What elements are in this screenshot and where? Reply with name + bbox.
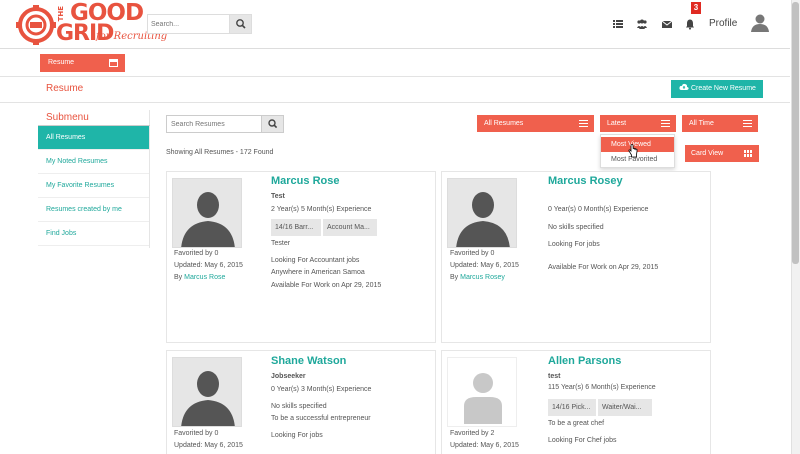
candidate-line: Tester bbox=[271, 240, 291, 247]
page-scrollbar-thumb[interactable] bbox=[792, 2, 799, 264]
profile-link[interactable]: Profile bbox=[709, 18, 737, 29]
bell-icon[interactable] bbox=[684, 18, 696, 30]
updated-date: Updated: May 6, 2015 bbox=[174, 442, 243, 449]
resume-search-button[interactable] bbox=[261, 116, 283, 132]
candidate-line: No skills specified bbox=[548, 224, 604, 231]
resume-photo bbox=[172, 178, 242, 248]
time-filter-label: All Time bbox=[689, 120, 714, 127]
sidebar-item-created-by-me[interactable]: Resumes created by me bbox=[38, 198, 149, 222]
toolbar-divider bbox=[0, 76, 790, 77]
resume-menu-label: Resume bbox=[48, 59, 75, 66]
view-mode-filter[interactable]: Card View bbox=[685, 145, 759, 162]
candidate-experience: 115 Year(s) 6 Month(s) Experience bbox=[548, 384, 656, 391]
favorited-count: Favorited by 0 bbox=[174, 250, 219, 257]
candidate-line: Available For Work on Apr 29, 2015 bbox=[548, 264, 659, 271]
created-by-prefix: By bbox=[174, 274, 183, 281]
all-resumes-filter-label: All Resumes bbox=[484, 120, 524, 127]
logo-the: THE bbox=[57, 6, 65, 22]
favorited-count: Favorited by 2 bbox=[450, 430, 495, 437]
create-resume-label: Create New Resume bbox=[690, 85, 756, 92]
sidebar-item-find-jobs[interactable]: Find Jobs bbox=[38, 222, 149, 246]
create-resume-button[interactable]: Create New Resume bbox=[671, 80, 763, 98]
favorited-count: Favorited by 0 bbox=[174, 430, 219, 437]
header-search-input[interactable] bbox=[148, 15, 232, 33]
person-silhouette-icon bbox=[173, 358, 241, 426]
sidebar-item-favorite-resumes[interactable]: My Favorite Resumes bbox=[38, 174, 149, 198]
updated-date: Updated: May 6, 2015 bbox=[450, 262, 519, 269]
person-placeholder-icon bbox=[448, 358, 516, 426]
search-icon bbox=[236, 19, 246, 29]
skill-tag: 14/16 Barr... bbox=[271, 219, 321, 236]
resume-search bbox=[166, 115, 284, 133]
candidate-line: Available For Work on Apr 29, 2015 bbox=[271, 282, 382, 289]
resume-photo bbox=[172, 357, 242, 427]
hamburger-icon bbox=[743, 120, 752, 127]
notification-badge: 3 bbox=[691, 2, 701, 14]
created-by: By Marcus Rose bbox=[174, 274, 225, 281]
candidate-line: No skills specified bbox=[271, 403, 327, 410]
candidate-line: Anywhere in American Samoa bbox=[271, 269, 365, 276]
resume-photo bbox=[447, 357, 517, 427]
candidate-name[interactable]: Shane Watson bbox=[271, 355, 346, 367]
hamburger-icon bbox=[579, 120, 588, 127]
cloud-upload-icon bbox=[679, 83, 689, 90]
updated-date: Updated: May 6, 2015 bbox=[174, 262, 243, 269]
page-title: Resume bbox=[46, 83, 84, 94]
candidate-experience: 2 Year(s) 5 Month(s) Experience bbox=[271, 206, 372, 213]
hamburger-icon bbox=[661, 120, 670, 127]
candidate-line: To be a great chef bbox=[548, 420, 605, 427]
search-icon bbox=[268, 119, 278, 129]
candidate-experience: 0 Year(s) 3 Month(s) Experience bbox=[271, 386, 372, 393]
submenu-title: Submenu bbox=[46, 112, 89, 123]
resume-photo bbox=[447, 178, 517, 248]
skill-tag: Account Ma... bbox=[323, 219, 377, 236]
person-silhouette-icon bbox=[448, 179, 516, 247]
hand-cursor-icon bbox=[628, 144, 638, 158]
candidate-title: Test bbox=[271, 193, 285, 200]
candidate-title: test bbox=[548, 373, 561, 380]
skill-tag: 14/16 Pick... bbox=[548, 399, 596, 416]
view-mode-label: Card View bbox=[691, 150, 724, 157]
candidate-line: Looking For jobs bbox=[271, 432, 323, 439]
sort-filter[interactable]: Latest bbox=[600, 115, 676, 132]
logo-gear-icon bbox=[16, 5, 56, 45]
window-icon bbox=[109, 59, 118, 67]
candidate-line: Looking For Chef jobs bbox=[548, 437, 617, 444]
favorited-count: Favorited by 0 bbox=[450, 250, 495, 257]
person-silhouette-icon bbox=[173, 179, 241, 247]
candidate-line: Looking For Accountant jobs bbox=[271, 257, 360, 264]
list-icon[interactable] bbox=[612, 18, 624, 30]
sidebar-item-noted-resumes[interactable]: My Noted Resumes bbox=[38, 150, 149, 174]
header-search bbox=[147, 14, 252, 34]
time-filter[interactable]: All Time bbox=[682, 115, 758, 132]
candidate-line: Looking For jobs bbox=[548, 241, 600, 248]
candidate-name[interactable]: Allen Parsons bbox=[548, 355, 621, 367]
updated-date: Updated: May 6, 2015 bbox=[450, 442, 519, 449]
created-by: By Marcus Rosey bbox=[450, 274, 505, 281]
user-avatar-icon[interactable] bbox=[750, 12, 770, 32]
sort-filter-label: Latest bbox=[607, 120, 627, 127]
all-resumes-filter[interactable]: All Resumes bbox=[477, 115, 594, 132]
header-search-button[interactable] bbox=[229, 15, 251, 33]
candidate-experience: 0 Year(s) 0 Month(s) Experience bbox=[548, 206, 649, 213]
candidate-line: To be a successful entrepreneur bbox=[271, 415, 371, 422]
resume-search-input[interactable] bbox=[167, 116, 261, 132]
group-icon[interactable] bbox=[636, 18, 648, 30]
skill-tag: Waiter/Wai... bbox=[598, 399, 652, 416]
created-by-prefix: By bbox=[450, 274, 459, 281]
resume-menu-button[interactable]: Resume bbox=[40, 54, 125, 72]
candidate-title: Jobseeker bbox=[271, 373, 306, 380]
sidebar-item-all-resumes[interactable]: All Resumes bbox=[38, 126, 149, 150]
content-divider bbox=[0, 102, 790, 103]
created-by-link[interactable]: Marcus Rosey bbox=[460, 274, 505, 281]
created-by-link[interactable]: Marcus Rose bbox=[184, 274, 225, 281]
results-count: Showing All Resumes - 172 Found bbox=[166, 149, 274, 156]
candidate-name[interactable]: Marcus Rosey bbox=[548, 175, 623, 187]
grid-icon bbox=[744, 150, 752, 157]
header-divider bbox=[0, 48, 790, 49]
envelope-icon[interactable] bbox=[661, 18, 673, 30]
candidate-name[interactable]: Marcus Rose bbox=[271, 175, 339, 187]
